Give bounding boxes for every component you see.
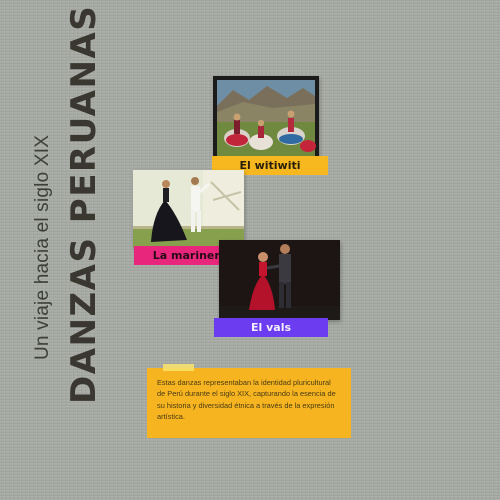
marinera-image	[133, 170, 244, 248]
witiwiti-image	[213, 76, 319, 158]
photo-witiwiti	[213, 76, 319, 158]
page-title: DANZAS PERUANAS	[64, 4, 104, 404]
collage-page: Un viaje hacia el siglo XIX DANZAS PERUA…	[0, 0, 500, 500]
photo-marinera	[133, 170, 244, 248]
subtitle: Un viaje hacia el siglo XIX	[32, 134, 53, 360]
tape-strip	[163, 364, 194, 371]
vals-image	[219, 240, 340, 320]
photo-vals	[219, 240, 340, 320]
description-note: Estas danzas representaban la identidad …	[147, 368, 351, 438]
label-vals: El vals	[214, 318, 328, 337]
